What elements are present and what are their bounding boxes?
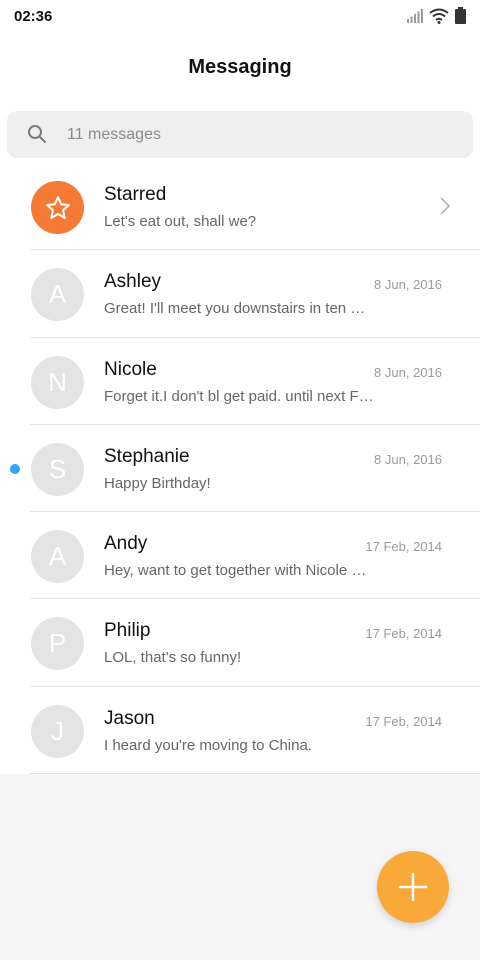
unread-indicator — [10, 463, 20, 474]
avatar: S — [31, 442, 84, 496]
message-date: 17 Feb, 2014 — [365, 539, 442, 555]
status-bar: 02:36 — [0, 0, 480, 36]
message-preview: I heard you're moving to China. — [104, 736, 312, 754]
contact-name: Andy — [104, 533, 148, 555]
status-icons — [407, 7, 466, 24]
starred-row[interactable]: Starred Let's eat out, shall we? — [0, 163, 480, 251]
message-date: 8 Jun, 2016 — [374, 277, 442, 293]
status-time: 02:36 — [14, 8, 53, 25]
contact-name: Ashley — [104, 271, 162, 293]
messaging-screen: 02:36 Messaging 11 messages Starred Let'… — [0, 0, 480, 960]
starred-avatar — [31, 181, 84, 234]
star-icon — [45, 195, 70, 219]
chevron-right-icon — [440, 197, 450, 215]
conversation-list: Starred Let's eat out, shall we? A Ashle… — [0, 163, 480, 775]
conversation-row-jason[interactable]: J Jason 17 Feb, 2014 I heard you're movi… — [0, 687, 480, 775]
conversation-row-stephanie[interactable]: S Stephanie 8 Jun, 2016 Happy Birthday! — [0, 425, 480, 513]
message-date: 17 Feb, 2014 — [365, 626, 442, 642]
conversation-row-ashley[interactable]: A Ashley 8 Jun, 2016 Great! I'll meet yo… — [0, 250, 480, 338]
search-placeholder[interactable]: 11 messages — [67, 126, 161, 144]
conversation-row-andy[interactable]: A Andy 17 Feb, 2014 Hey, want to get tog… — [0, 512, 480, 600]
conversation-row-philip[interactable]: P Philip 17 Feb, 2014 LOL, that's so fun… — [0, 599, 480, 687]
message-date: 8 Jun, 2016 — [374, 451, 442, 467]
avatar: P — [31, 617, 84, 671]
wifi-icon — [429, 8, 449, 24]
avatar: A — [31, 268, 84, 322]
avatar: J — [31, 704, 84, 758]
avatar: N — [31, 355, 84, 409]
starred-preview: Let's eat out, shall we? — [104, 213, 257, 230]
search-bar[interactable]: 11 messages — [7, 111, 473, 158]
new-message-button[interactable] — [377, 851, 449, 923]
message-preview: Happy Birthday! — [104, 474, 211, 492]
contact-name: Nicole — [104, 358, 157, 380]
page-title: Messaging — [188, 56, 292, 78]
message-preview: Great! I'll meet you downstairs in ten … — [104, 300, 366, 318]
search-icon — [28, 125, 46, 143]
message-date: 8 Jun, 2016 — [374, 364, 442, 380]
message-date: 17 Feb, 2014 — [365, 713, 442, 729]
message-preview: LOL, that's so funny! — [104, 649, 242, 667]
message-preview: Forget it.I don't bl get paid. until nex… — [104, 387, 374, 405]
message-preview: Hey, want to get together with Nicole … — [104, 562, 367, 580]
contact-name: Philip — [104, 620, 151, 642]
starred-title: Starred — [104, 184, 167, 205]
contact-name: Jason — [104, 707, 155, 729]
conversation-row-nicole[interactable]: N Nicole 8 Jun, 2016 Forget it.I don't b… — [0, 338, 480, 425]
contact-name: Stephanie — [104, 445, 190, 467]
battery-icon — [455, 7, 466, 24]
avatar: A — [31, 530, 84, 584]
row-divider — [30, 773, 480, 775]
plus-icon — [398, 872, 428, 902]
signal-icon — [407, 8, 423, 23]
content-area: 02:36 Messaging 11 messages Starred Let'… — [0, 0, 480, 775]
